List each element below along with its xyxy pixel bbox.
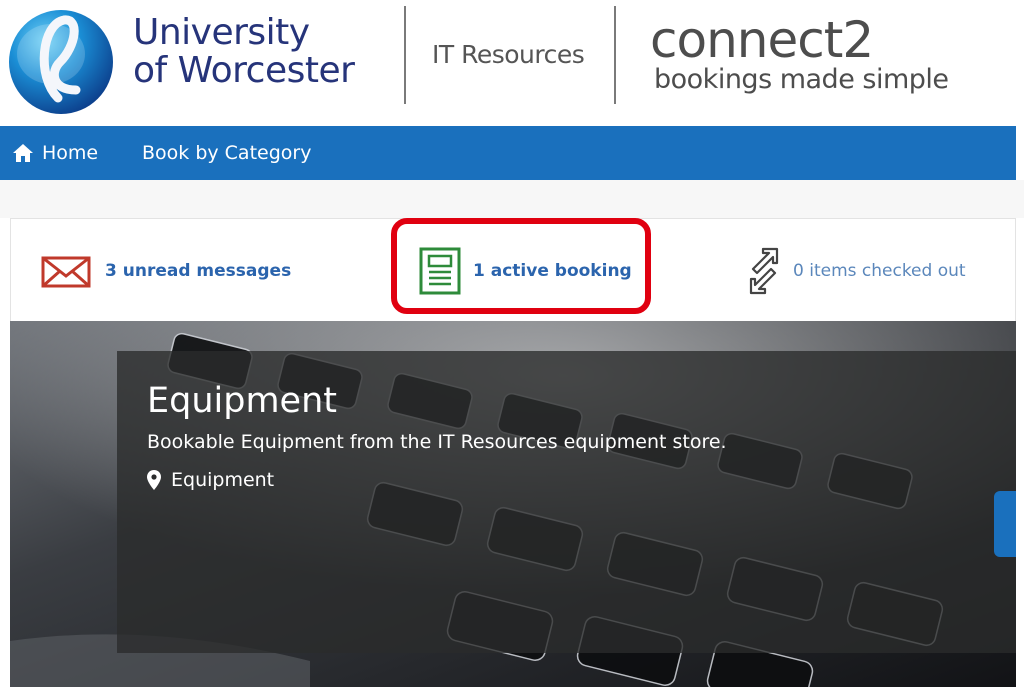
- unread-messages-label: 3 unread messages: [105, 260, 292, 281]
- category-hero[interactable]: Equipment Bookable Equipment from the IT…: [10, 321, 1016, 687]
- nav-book-by-category-link[interactable]: Book by Category: [142, 126, 311, 180]
- category-location-label: Equipment: [171, 469, 275, 491]
- brand-logo-text: connect2: [650, 11, 874, 69]
- main-navigation: Home Book by Category: [0, 126, 1016, 180]
- header-divider: [614, 6, 616, 104]
- home-icon: [13, 144, 33, 162]
- nav-home-label: Home: [42, 142, 99, 164]
- booking-document-icon: [419, 247, 461, 294]
- brand-tagline: bookings made simple: [654, 64, 949, 95]
- university-name-line1: University: [133, 12, 310, 53]
- category-info-card: Equipment Bookable Equipment from the IT…: [117, 351, 1016, 653]
- header-divider: [404, 6, 406, 104]
- status-panel: 3 unread messages 1 active booking 0 ite…: [10, 218, 1016, 321]
- university-logo-icon[interactable]: [6, 6, 118, 116]
- side-panel-tab[interactable]: [994, 491, 1016, 557]
- content-spacer: [0, 180, 1024, 218]
- university-name-line2: of Worcester: [133, 50, 355, 91]
- category-title[interactable]: Equipment: [147, 381, 337, 421]
- transfer-arrows-icon: [749, 247, 779, 294]
- envelope-icon: [41, 256, 91, 287]
- section-title: IT Resources: [432, 40, 585, 69]
- active-booking-link[interactable]: 1 active booking: [419, 219, 632, 322]
- nav-book-by-category-label: Book by Category: [142, 142, 312, 164]
- site-header: University of Worcester IT Resources con…: [0, 0, 1024, 126]
- map-pin-icon: [147, 470, 161, 490]
- unread-messages-link[interactable]: 3 unread messages: [41, 219, 291, 322]
- category-description: Bookable Equipment from the IT Resources…: [147, 431, 727, 453]
- items-checked-out-link[interactable]: 0 items checked out: [747, 219, 966, 322]
- active-booking-label: 1 active booking: [473, 260, 632, 281]
- nav-home-link[interactable]: Home: [12, 126, 98, 180]
- items-checked-out-label: 0 items checked out: [793, 260, 966, 281]
- category-location: Equipment: [147, 469, 274, 491]
- university-name: University of Worcester: [133, 12, 355, 91]
